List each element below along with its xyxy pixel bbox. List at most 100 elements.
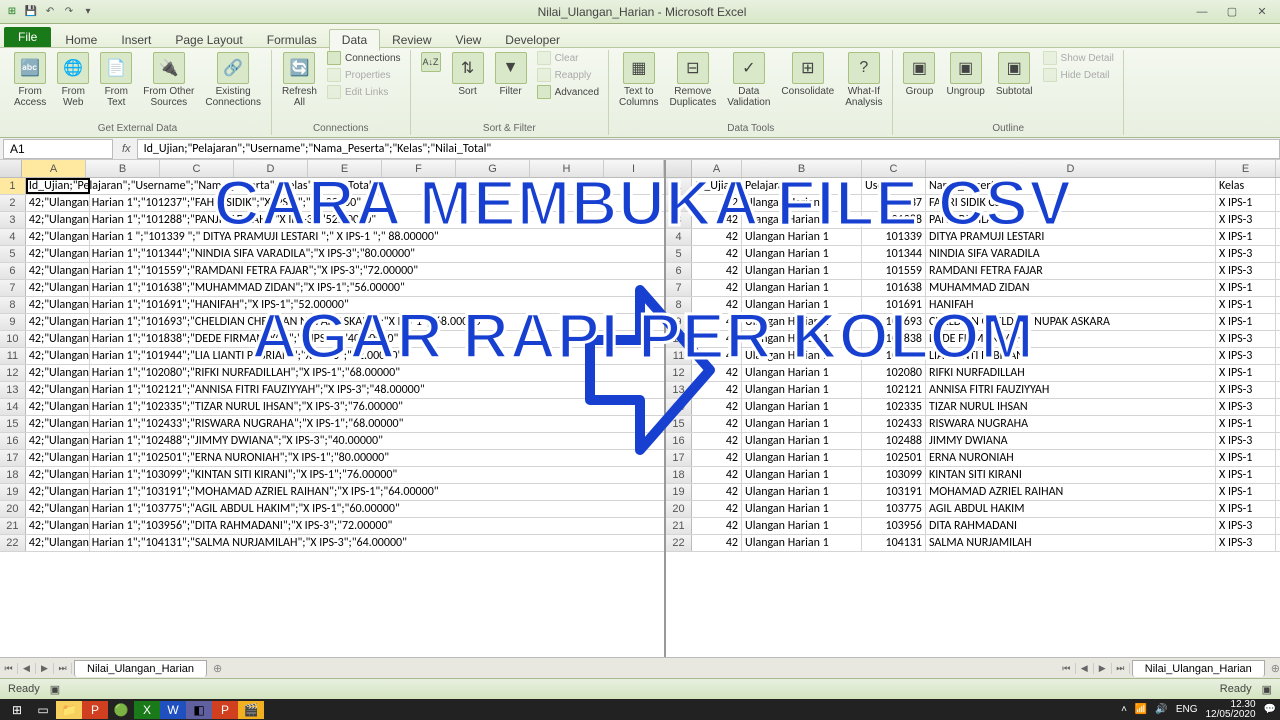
cell[interactable]: X IPS-1	[1216, 365, 1276, 381]
ext-1[interactable]: 🌐From Web	[53, 50, 93, 110]
close-button[interactable]: ✕	[1248, 3, 1276, 21]
cell[interactable]: Ulangan Harian 1	[742, 263, 862, 279]
cell[interactable]: 102121	[862, 382, 926, 398]
row-header[interactable]: 22	[0, 535, 26, 551]
cell[interactable]: 42;"Ulangan Harian 1";"102121";"ANNISA F…	[26, 382, 90, 398]
cell[interactable]: HANIFAH	[926, 297, 1216, 313]
name-box[interactable]: A1	[3, 139, 113, 159]
tray-up-icon[interactable]: ˄	[1121, 704, 1127, 715]
cell[interactable]: X IPS-3	[1216, 535, 1276, 551]
cell[interactable]: Ulangan Harian 1	[742, 399, 862, 415]
row-header[interactable]: 6	[0, 263, 26, 279]
cell[interactable]: 101638	[862, 280, 926, 296]
movie-maker-icon[interactable]: 🎬	[238, 701, 264, 719]
cell[interactable]: Ulangan Harian 1	[742, 535, 862, 551]
cell[interactable]: 102488	[862, 433, 926, 449]
cell[interactable]: 42;"Ulangan Harian 1";"102501";"ERNA NUR…	[26, 450, 90, 466]
cell[interactable]: MOHAMAD AZRIEL RAIHAN	[926, 484, 1216, 500]
cell[interactable]: 42	[692, 501, 742, 517]
cell[interactable]: 42;"Ulangan Harian 1";"102488";"JIMMY DW…	[26, 433, 90, 449]
sheet-nav[interactable]: ⏮◀▶⏭	[0, 663, 72, 674]
cell[interactable]: NINDIA SIFA VARADILA	[926, 246, 1216, 262]
sound-icon[interactable]: 🔊	[1155, 704, 1167, 715]
cell[interactable]: 102501	[862, 450, 926, 466]
cell[interactable]: Pelajaran	[742, 178, 862, 194]
cell[interactable]: 42	[692, 212, 742, 228]
cell[interactable]: Kelas	[1216, 178, 1276, 194]
cell[interactable]: 42;"Ulangan Harian 1";"102433";"RISWARA …	[26, 416, 90, 432]
cell[interactable]: ANNISA FITRI FAUZIYYAH	[926, 382, 1216, 398]
cell[interactable]: X IPS-3	[1216, 246, 1276, 262]
cell[interactable]: 101838	[862, 331, 926, 347]
cell[interactable]: X IPS-3	[1216, 399, 1276, 415]
row-header[interactable]: 14	[0, 399, 26, 415]
cell[interactable]: FAHRI SIDIK CSV	[926, 195, 1216, 211]
cell[interactable]: RISWARA NUGRAHA	[926, 416, 1216, 432]
row-header[interactable]: 17	[0, 450, 26, 466]
row-header[interactable]: 18	[0, 467, 26, 483]
cell[interactable]: 42;"Ulangan Harian 1";"102080";"RIFKI NU…	[26, 365, 90, 381]
lang-indicator[interactable]: ENG	[1176, 704, 1198, 715]
cell[interactable]: 101344	[862, 246, 926, 262]
cell[interactable]: 42	[692, 229, 742, 245]
cell[interactable]: 101944	[862, 348, 926, 364]
start-button[interactable]: ⊞	[4, 701, 30, 719]
cell[interactable]: 42;"Ulangan Harian 1";"101691";"HANIFAH"…	[26, 297, 90, 313]
cell[interactable]: 101691	[862, 297, 926, 313]
cell[interactable]: X IPS-3	[1216, 433, 1276, 449]
col-header[interactable]: E	[1216, 160, 1276, 177]
row-header[interactable]: 13	[0, 382, 26, 398]
cell[interactable]: Ulangan Harian 1	[742, 518, 862, 534]
col-header[interactable]: C	[160, 160, 234, 177]
tool-3[interactable]: ⊞Consolidate	[777, 50, 838, 99]
cell[interactable]: 101693	[862, 314, 926, 330]
col-header[interactable]: A	[692, 160, 742, 177]
outline-0[interactable]: ▣Group	[899, 50, 939, 99]
cell[interactable]: X IPS-1	[1216, 467, 1276, 483]
cell[interactable]: JIMMY DWIANA	[926, 433, 1216, 449]
row-header[interactable]: 21	[666, 518, 692, 534]
cell[interactable]: Id_Ujian;"Pelajaran";"Username";"Nama_Pe…	[26, 178, 90, 194]
cell[interactable]: LIA LIANTI PEBRIANI	[926, 348, 1216, 364]
row-header[interactable]: 5	[0, 246, 26, 262]
cell[interactable]: 42;"Ulangan Harian 1";"101638";"MUHAMMAD…	[26, 280, 90, 296]
row-header[interactable]: 5	[666, 246, 692, 262]
col-header[interactable]: I	[604, 160, 664, 177]
cell[interactable]: 104131	[862, 535, 926, 551]
col-header[interactable]: E	[308, 160, 382, 177]
select-all-corner[interactable]	[0, 160, 22, 177]
cell[interactable]: X IPS-1	[1216, 501, 1276, 517]
cell[interactable]: Ulangan Harian 1	[742, 450, 862, 466]
cell[interactable]: Ulangan Harian 1	[742, 331, 862, 347]
cell[interactable]: ERNA NURONIAH	[926, 450, 1216, 466]
file-tab[interactable]: File	[4, 27, 51, 47]
cell[interactable]: 42;"Ulangan Harian 1";"101237";"FAHRI SI…	[26, 195, 90, 211]
cell[interactable]: Ulangan Harian 1	[742, 195, 862, 211]
cell[interactable]: SALMA NURJAMILAH	[926, 535, 1216, 551]
excel-task-icon[interactable]: X	[134, 701, 160, 719]
cell[interactable]: X IPS-1	[1216, 450, 1276, 466]
maximize-button[interactable]: ▢	[1218, 3, 1246, 21]
cell[interactable]: 103191	[862, 484, 926, 500]
sheet-tab-r[interactable]: Nilai_Ulangan_Harian	[1132, 660, 1265, 677]
row-header[interactable]: 2	[0, 195, 26, 211]
sortopt-2[interactable]: Advanced	[534, 84, 602, 100]
row-header[interactable]: 8	[0, 297, 26, 313]
cell[interactable]: 42;"Ulangan Harian 1";"103956";"DITA RAH…	[26, 518, 90, 534]
cell[interactable]: 42;"Ulangan Harian 1";"103191";"MOHAMAD …	[26, 484, 90, 500]
cell[interactable]: X IPS-1	[1216, 484, 1276, 500]
cell[interactable]: Ulangan Harian 1	[742, 433, 862, 449]
col-header[interactable]: C	[862, 160, 926, 177]
file-explorer-icon[interactable]: 📁	[56, 701, 82, 719]
cell[interactable]: X IPS-1	[1216, 195, 1276, 211]
cell[interactable]: 42	[692, 246, 742, 262]
col-header[interactable]: G	[456, 160, 530, 177]
qat-more-icon[interactable]: ▾	[80, 4, 96, 20]
row-header[interactable]: 21	[0, 518, 26, 534]
ext-3[interactable]: 🔌From Other Sources	[139, 50, 198, 110]
ext-4[interactable]: 🔗Existing Connections	[201, 50, 265, 110]
task-view-icon[interactable]: ▭	[30, 701, 56, 719]
cell[interactable]: 42;"Ulangan Harian 1";"101944";"LIA LIAN…	[26, 348, 90, 364]
row-header[interactable]: 7	[0, 280, 26, 296]
row-header[interactable]: 15	[0, 416, 26, 432]
